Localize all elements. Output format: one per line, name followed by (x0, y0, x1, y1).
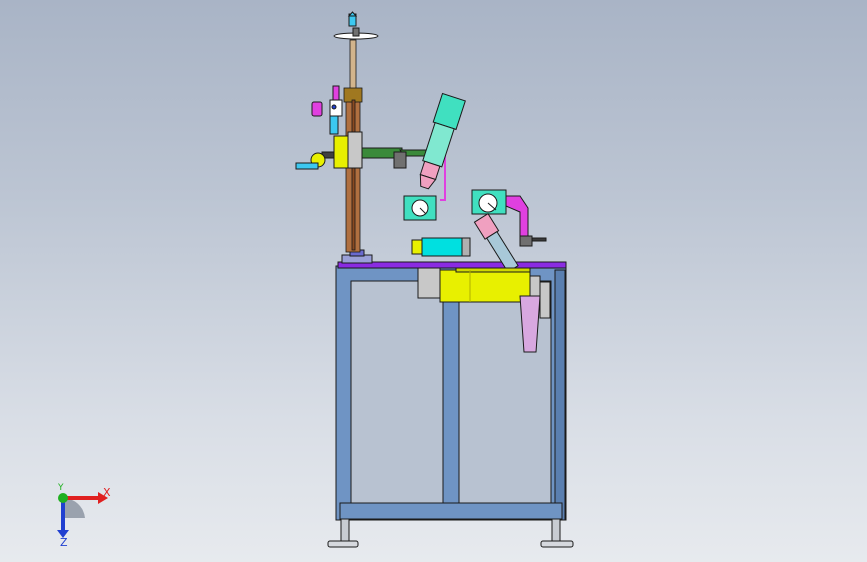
lower-torch-mount[interactable] (505, 195, 529, 241)
upper-torch-fixture[interactable] (403, 195, 437, 221)
leveling-foot-left (327, 518, 359, 548)
x-axis-label: X (103, 486, 111, 499)
cad-viewport[interactable]: X Z Y (0, 0, 867, 562)
lower-torch-fixture[interactable] (471, 189, 507, 215)
y-axis-dot (58, 493, 68, 503)
leveling-foot-right (540, 518, 574, 548)
cad-model-assembly[interactable] (0, 0, 867, 562)
column-clamp[interactable] (295, 131, 403, 170)
cylinder-unit[interactable] (411, 237, 471, 257)
lower-torch-clamp[interactable] (519, 235, 547, 247)
y-axis-label: Y (57, 483, 64, 493)
upper-torch-body[interactable] (413, 92, 466, 191)
z-axis-label: Z (60, 536, 68, 548)
coordinate-triad: X Z Y (57, 483, 111, 548)
clamp-knob[interactable] (311, 85, 343, 135)
top-handwheel[interactable] (333, 11, 379, 40)
